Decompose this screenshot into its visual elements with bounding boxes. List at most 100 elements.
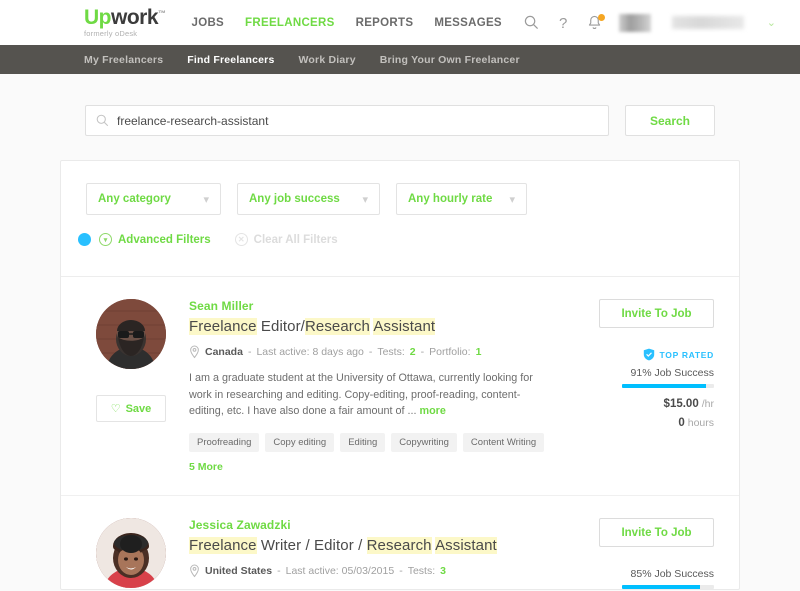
subnav-item-work-diary[interactable]: Work Diary (299, 54, 356, 66)
nav-item-jobs[interactable]: JOBS (192, 17, 225, 29)
subnav-item-find-freelancers[interactable]: Find Freelancers (187, 54, 274, 66)
subnav-item-my-freelancers[interactable]: My Freelancers (84, 54, 163, 66)
logo-text: Upwork™ (84, 7, 166, 28)
chevron-circle-down-icon: ▾ (99, 233, 112, 246)
notification-dot (597, 13, 605, 21)
filter-hourly-rate-label: Any hourly rate (408, 193, 493, 205)
filters-row: Any category ▾ Any job success ▾ Any hou… (86, 183, 714, 215)
search-icon (96, 114, 109, 127)
help-icon[interactable]: ? (556, 15, 570, 31)
skill-tag[interactable]: Copywriting (391, 433, 457, 453)
meta-separator: - (277, 565, 281, 578)
job-success-bar-fill (622, 384, 706, 388)
title-part: Assistant (435, 537, 497, 555)
subnav-item-bring-your-own-freelancer[interactable]: Bring Your Own Freelancer (380, 54, 520, 66)
logo-up: Up (84, 6, 112, 30)
portfolio-value: 1 (475, 346, 482, 358)
filter-category[interactable]: Any category ▾ (86, 183, 221, 215)
results-list: ♡ Save Sean Miller Freelance Editor/Rese… (61, 276, 739, 590)
filter-category-label: Any category (98, 193, 171, 205)
clear-all-filters-button[interactable]: ✕ Clear All Filters (234, 233, 338, 246)
search-icon[interactable] (524, 15, 539, 30)
save-button[interactable]: ♡ Save (96, 395, 166, 422)
page-content: freelance-research-assistant Search Any … (0, 74, 800, 591)
hourly-rate-unit: /hr (701, 398, 714, 410)
skill-tag[interactable]: Proofreading (189, 433, 260, 453)
freelancer-name[interactable]: Jessica Zawadzki (189, 518, 562, 532)
invite-to-job-button[interactable]: Invite To Job (599, 518, 714, 548)
freelancer-name[interactable]: Sean Miller (189, 299, 562, 313)
tests-label: Tests: (407, 565, 436, 578)
skill-tag[interactable]: Content Writing (462, 433, 545, 453)
result-stats-column: Invite To Job TOP RATED 91% Job Success … (576, 299, 714, 473)
filter-hourly-rate[interactable]: Any hourly rate ▾ (396, 183, 527, 215)
title-part: Writer / Editor / (260, 537, 367, 555)
search-button[interactable]: Search (625, 105, 715, 136)
nav-item-messages[interactable]: MESSAGES (434, 17, 502, 29)
freelancer-title: Freelance Writer / Editor / Research Ass… (189, 537, 562, 555)
more-skills-link[interactable]: 5 More (189, 461, 562, 473)
filters-area: Any category ▾ Any job success ▾ Any hou… (61, 161, 739, 276)
logo-trademark: ™ (158, 9, 166, 19)
cursor-indicator (78, 233, 91, 246)
freelancer-meta: United States - Last active: 05/03/2015 … (189, 564, 562, 578)
advanced-filters-label: Advanced Filters (118, 233, 211, 246)
search-row: freelance-research-assistant Search (60, 74, 740, 136)
title-part: Assistant (373, 318, 436, 335)
more-link[interactable]: more (419, 405, 445, 417)
results-panel: Any category ▾ Any job success ▾ Any hou… (60, 160, 740, 591)
title-part: Editor/ (260, 318, 305, 335)
skill-tags: Proofreading Copy editing Editing Copywr… (189, 433, 562, 453)
job-success-label: 91% Job Success (630, 367, 714, 379)
freelancer-location: Canada (205, 346, 243, 358)
user-name[interactable] (671, 16, 744, 29)
avatar[interactable] (96, 518, 166, 589)
top-header: Upwork™ formerly oDesk JOBS FREELANCERS … (0, 0, 800, 45)
location-pin-icon (189, 345, 200, 359)
freelancer-location: United States (205, 565, 273, 578)
chevron-down-icon[interactable]: ⌄ (767, 16, 776, 29)
hours-unit: hours (687, 417, 714, 429)
logo-subtitle: formerly oDesk (84, 29, 138, 39)
invite-to-job-button[interactable]: Invite To Job (599, 299, 714, 328)
search-input[interactable]: freelance-research-assistant (85, 105, 609, 136)
status-badge: TOP RATED (643, 348, 714, 361)
advanced-filters-toggle[interactable]: ▾ Advanced Filters (99, 233, 211, 246)
hours-value: 0 (678, 417, 685, 429)
upwork-logo[interactable]: Upwork™ formerly oDesk (84, 7, 166, 38)
description-text: I am a graduate student at the Universit… (189, 372, 533, 418)
tests-label: Tests: (377, 346, 405, 358)
freelancer-meta: Canada - Last active: 8 days ago - Tests… (189, 345, 562, 359)
title-part: Research (366, 537, 432, 555)
freelancer-last-active: Last active: 05/03/2015 (285, 565, 395, 578)
meta-separator: - (399, 565, 403, 578)
sub-nav: My Freelancers Find Freelancers Work Dia… (0, 45, 800, 74)
skill-tag[interactable]: Copy editing (265, 433, 335, 453)
title-part: Freelance (189, 537, 257, 555)
table-row: Jessica Zawadzki Freelance Writer / Edit… (61, 495, 739, 590)
hours-row: 0 hours (678, 417, 714, 429)
avatar[interactable] (96, 299, 166, 369)
filter-job-success[interactable]: Any job success ▾ (237, 183, 380, 215)
close-circle-icon: ✕ (234, 233, 248, 246)
header-right: ? ⌄ (524, 13, 776, 32)
bell-icon[interactable] (587, 13, 605, 31)
meta-separator: - (368, 346, 373, 358)
top-rated-label: TOP RATED (659, 349, 714, 360)
freelancer-last-active: Last active: 8 days ago (256, 346, 364, 358)
meta-separator: - (247, 346, 252, 358)
nav-item-reports[interactable]: REPORTS (356, 17, 414, 29)
result-main-column: Sean Miller Freelance Editor/Research As… (189, 299, 576, 473)
skill-tag[interactable]: Editing (340, 433, 386, 453)
chevron-down-icon: ▾ (509, 193, 515, 206)
result-left-column (86, 518, 189, 589)
result-main-column: Jessica Zawadzki Freelance Writer / Edit… (189, 518, 576, 589)
portfolio-label: Portfolio: (429, 346, 471, 358)
hourly-rate-value: $15.00 (663, 398, 699, 410)
logo-work: work (111, 6, 159, 30)
nav-item-freelancers[interactable]: FREELANCERS (245, 17, 335, 29)
search-input-value: freelance-research-assistant (117, 113, 269, 128)
avatar[interactable] (618, 13, 651, 32)
title-part: Research (304, 318, 370, 335)
table-row: ♡ Save Sean Miller Freelance Editor/Rese… (61, 277, 739, 473)
